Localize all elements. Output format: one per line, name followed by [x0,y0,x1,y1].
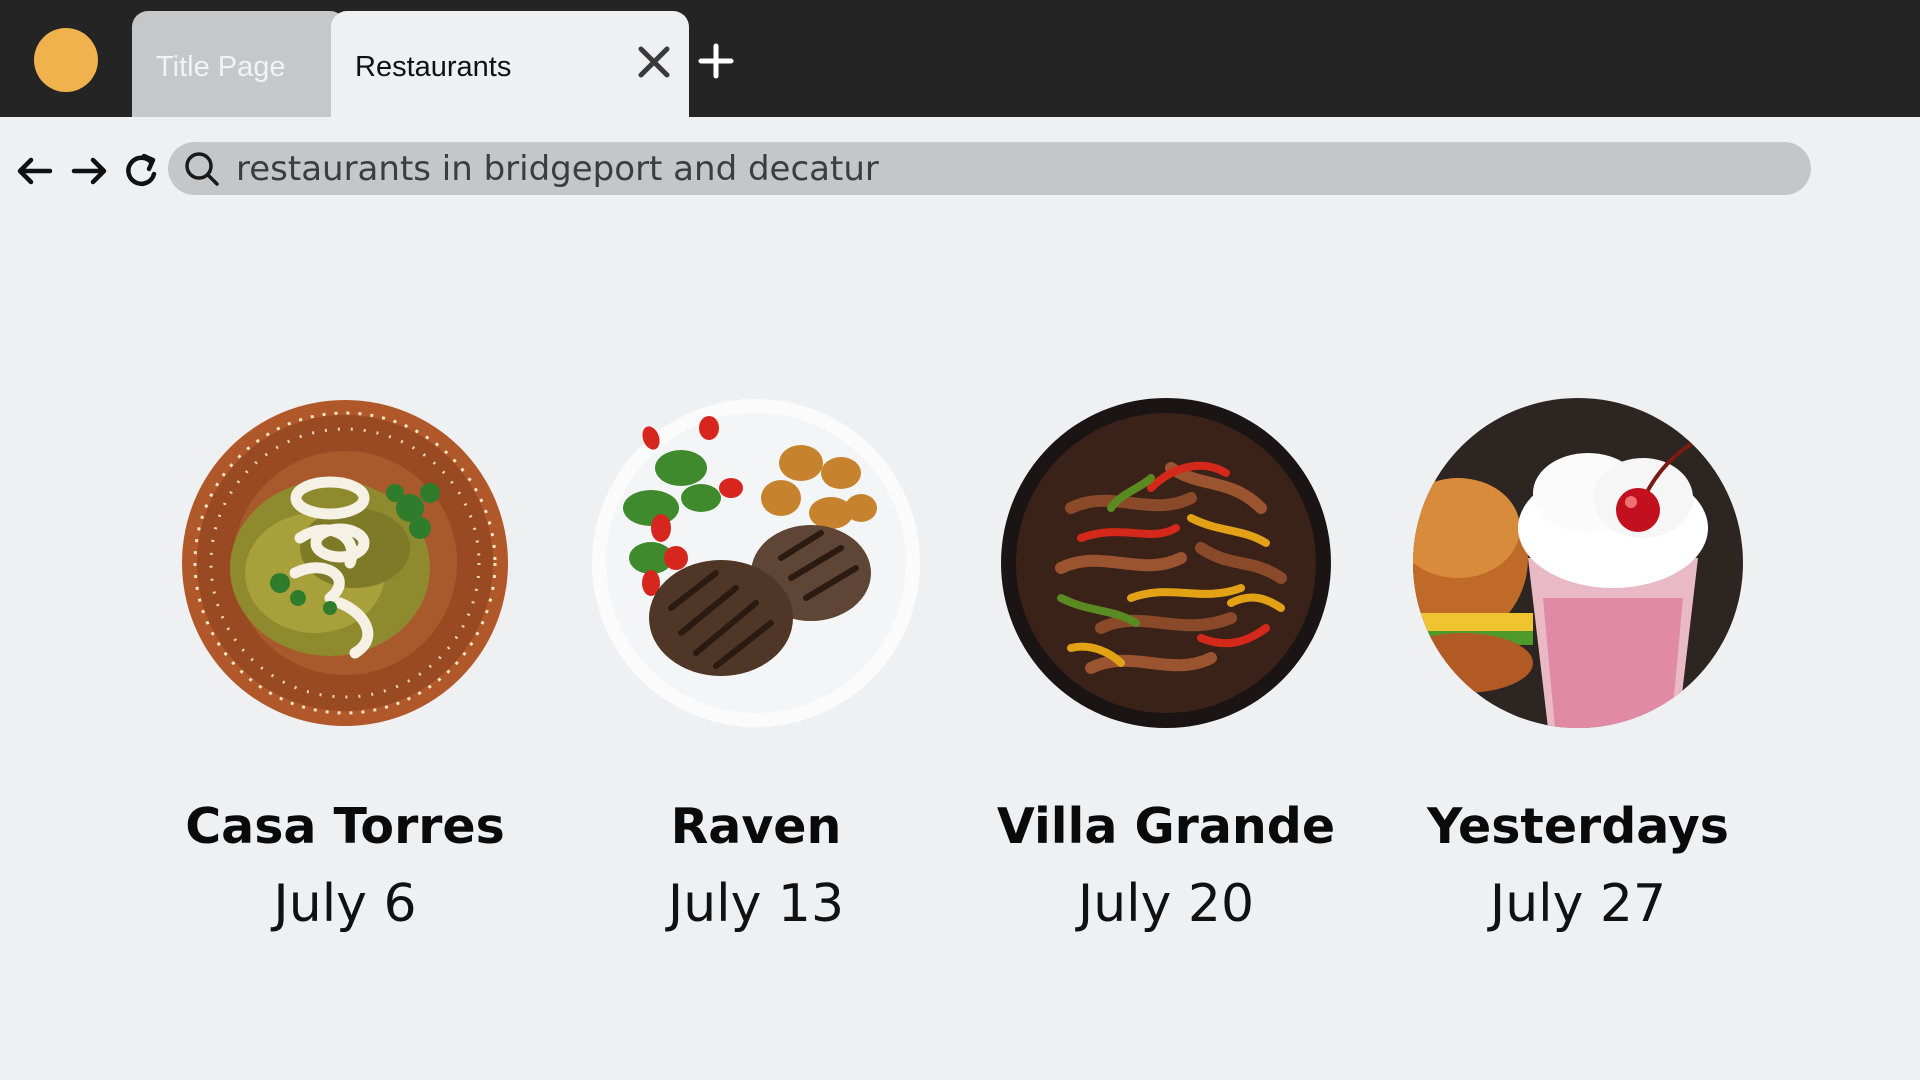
steak-salad-potatoes-plate-icon [592,399,920,727]
restaurant-name: Raven [670,798,842,855]
tab-restaurants[interactable]: Restaurants [331,11,689,117]
search-input[interactable] [236,142,1776,195]
milkshake-burger-icon [1413,398,1743,728]
restaurant-card[interactable]: Raven July 13 [591,398,921,938]
arrow-right-icon[interactable] [68,150,110,192]
tab-label: Restaurants [355,51,512,83]
restaurant-name: Casa Torres [185,798,505,855]
fajitas-skillet-icon [1001,398,1331,728]
search-icon [185,152,219,186]
arrow-left-icon[interactable] [14,150,56,192]
restaurant-date: July 20 [1077,874,1255,934]
circle-logo-icon [34,28,98,92]
tab-title-page[interactable]: Title Page [132,11,346,117]
reload-icon[interactable] [120,150,162,192]
close-icon[interactable] [636,44,672,80]
plus-icon[interactable] [697,42,735,80]
restaurant-name: Yesterdays [1427,798,1729,855]
restaurant-card[interactable]: Villa Grande July 20 [997,398,1335,938]
tab-label: Title Page [156,51,286,83]
restaurant-date: July 27 [1489,874,1667,934]
restaurant-name: Villa Grande [996,798,1336,855]
restaurant-date: July 13 [667,874,845,934]
search-bar[interactable] [168,142,1811,195]
restaurant-card[interactable]: Casa Torres July 6 [180,398,510,938]
browser-tab-bar: Title Page Restaurants [0,0,1920,117]
restaurant-card[interactable]: Yesterdays July 27 [1413,398,1743,938]
enchiladas-verdes-plate-icon [182,400,508,726]
restaurant-date: July 6 [273,874,417,934]
